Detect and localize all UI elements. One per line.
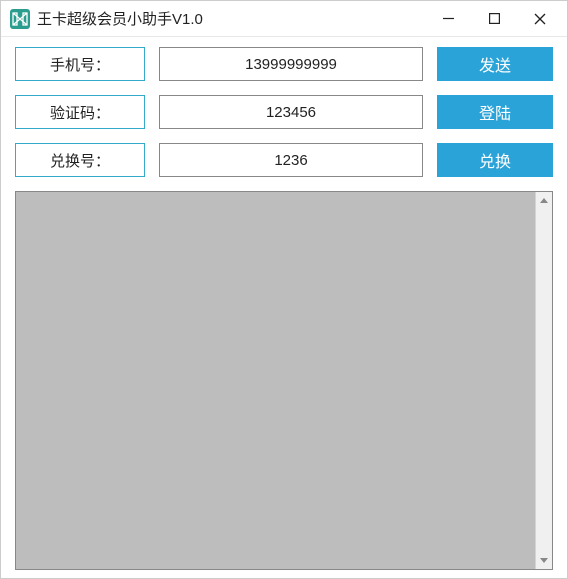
minimize-button[interactable]	[425, 4, 471, 34]
close-button[interactable]	[517, 4, 563, 34]
redeem-row: 兑换号： 兑换	[15, 143, 553, 177]
code-input[interactable]	[159, 95, 423, 129]
vertical-scrollbar[interactable]	[535, 192, 552, 569]
redeem-button[interactable]: 兑换	[437, 143, 553, 177]
titlebar: 王卡超级会员小助手V1.0	[1, 1, 567, 37]
code-row: 验证码： 登陆	[15, 95, 553, 129]
redeem-input[interactable]	[159, 143, 423, 177]
app-window: 王卡超级会员小助手V1.0 手机号： 发送 验证码： 登陆 兑换号：	[0, 0, 568, 579]
log-textarea[interactable]	[16, 192, 535, 569]
redeem-label: 兑换号：	[15, 143, 145, 177]
code-label: 验证码：	[15, 95, 145, 129]
phone-input[interactable]	[159, 47, 423, 81]
window-controls	[425, 4, 563, 34]
window-title: 王卡超级会员小助手V1.0	[37, 8, 425, 29]
content-area: 手机号： 发送 验证码： 登陆 兑换号： 兑换	[1, 37, 567, 578]
send-button[interactable]: 发送	[437, 47, 553, 81]
app-icon	[9, 8, 31, 30]
scroll-down-arrow-icon[interactable]	[536, 552, 552, 569]
phone-label: 手机号：	[15, 47, 145, 81]
login-button[interactable]: 登陆	[437, 95, 553, 129]
maximize-button[interactable]	[471, 4, 517, 34]
scroll-up-arrow-icon[interactable]	[536, 192, 552, 209]
phone-row: 手机号： 发送	[15, 47, 553, 81]
log-panel	[15, 191, 553, 570]
